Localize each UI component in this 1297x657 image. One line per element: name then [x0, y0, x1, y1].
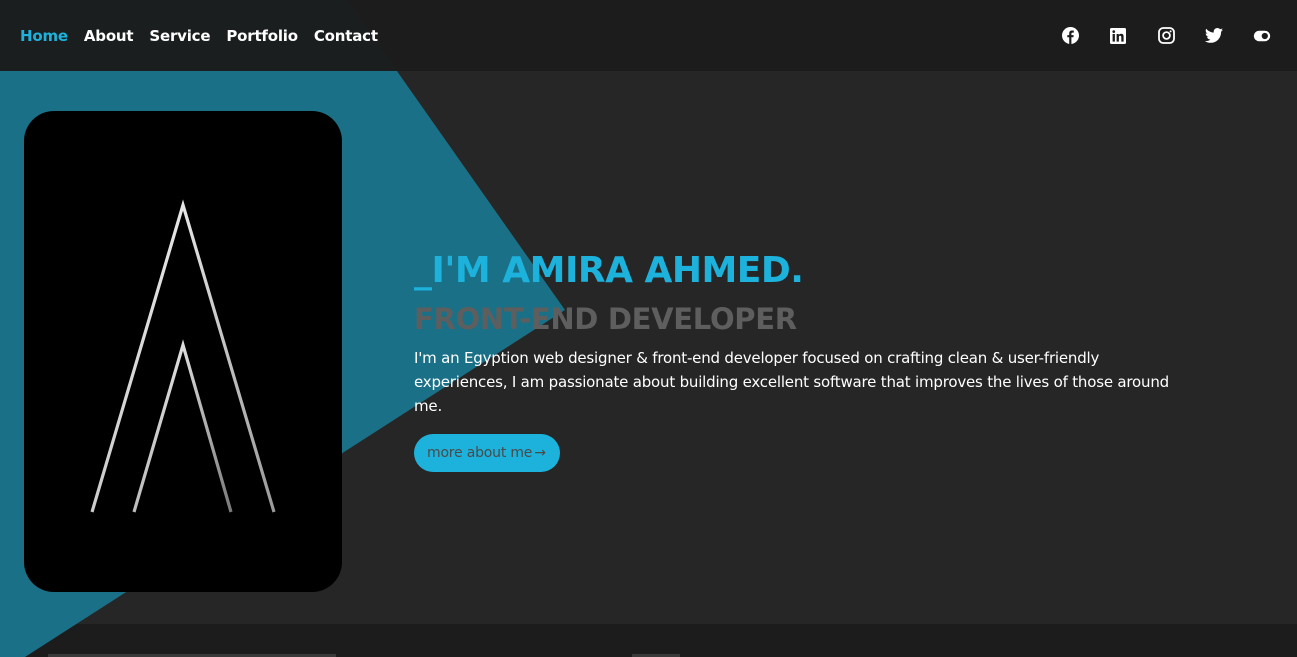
hero-role: FRONT-END DEVELOPER [414, 302, 797, 336]
facebook-icon[interactable] [1061, 27, 1079, 45]
more-about-me-button[interactable]: more about me → [414, 434, 560, 472]
logo-a-icon [90, 199, 276, 513]
instagram-icon[interactable] [1157, 27, 1175, 45]
nav-links: Home About Service Portfolio Contact [20, 0, 394, 71]
theme-toggle-icon[interactable] [1253, 27, 1271, 45]
hero-section: _I'M AMIRA AHMED. FRONT-END DEVELOPER I'… [414, 246, 1214, 472]
nav-link-service[interactable]: Service [149, 27, 210, 45]
hero-name: _I'M AMIRA AHMED. [414, 250, 804, 291]
linkedin-icon[interactable] [1109, 27, 1127, 45]
nav-link-about[interactable]: About [84, 27, 134, 45]
arrow-right-icon: → [534, 445, 546, 461]
nav-link-contact[interactable]: Contact [314, 27, 378, 45]
social-icons [1031, 0, 1271, 71]
nav-link-portfolio[interactable]: Portfolio [226, 27, 298, 45]
nav-link-home[interactable]: Home [20, 27, 68, 45]
navbar: Home About Service Portfolio Contact [0, 0, 1297, 71]
profile-image-card [24, 111, 342, 592]
page: Home About Service Portfolio Contact _I'… [0, 0, 1297, 657]
hero-description: I'm an Egyption web designer & front-end… [414, 349, 1169, 415]
twitter-icon[interactable] [1205, 27, 1223, 45]
more-about-me-label: more about me [427, 445, 533, 461]
